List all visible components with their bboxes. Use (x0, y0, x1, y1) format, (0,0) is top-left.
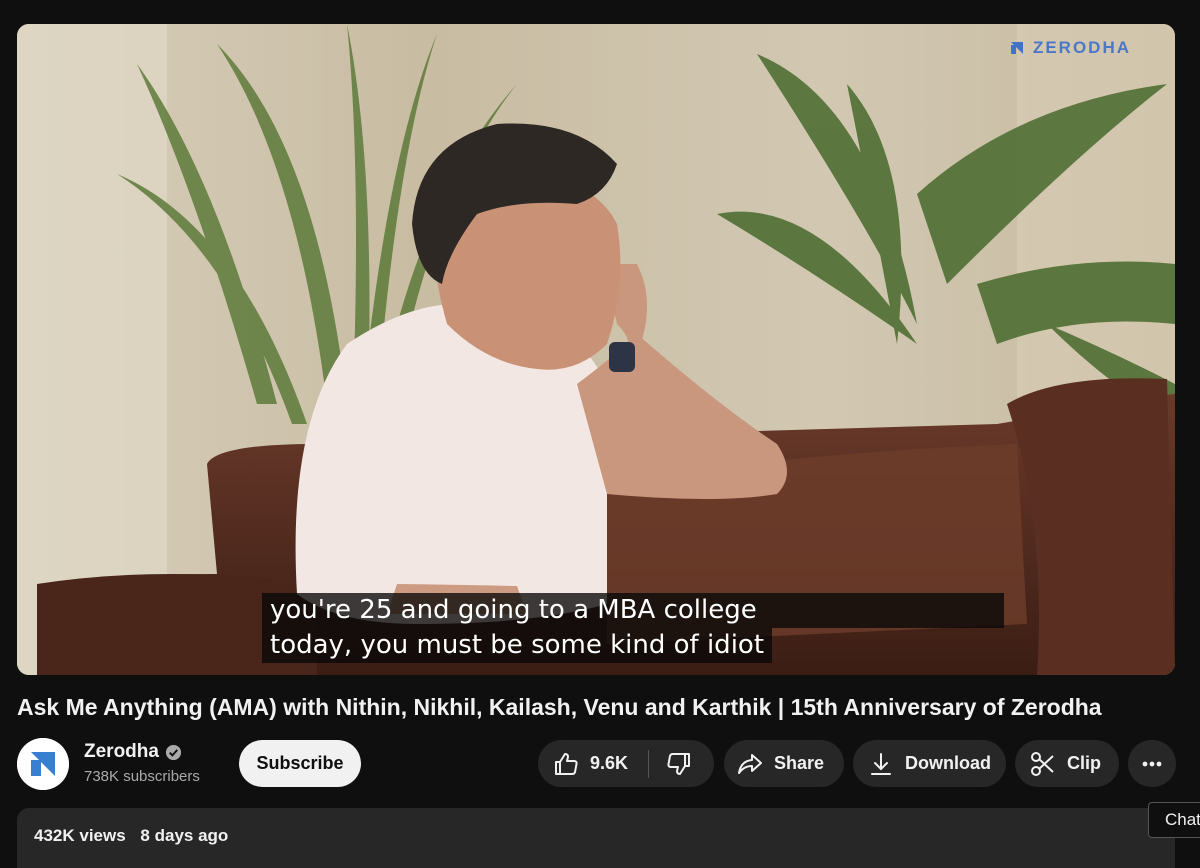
caption-line-1: you're 25 and going to a MBA college (262, 593, 1004, 628)
share-arrow-icon (738, 753, 762, 774)
share-label: Share (774, 753, 825, 773)
description-box[interactable]: 432K views 8 days ago (17, 808, 1175, 868)
channel-name[interactable]: Zerodha (84, 741, 159, 763)
verified-check-icon (165, 744, 182, 760)
share-button[interactable]: Share (724, 740, 844, 787)
zerodha-logo-icon (1010, 42, 1023, 54)
download-label: Download (905, 753, 991, 773)
thumbs-up-icon (555, 752, 578, 775)
channel-avatar[interactable] (17, 738, 69, 790)
view-meta: 432K views 8 days ago (34, 826, 228, 846)
clip-button[interactable]: Clip (1015, 740, 1119, 787)
channel-name-link[interactable]: Zerodha (84, 741, 182, 763)
channel-watermark: ZERODHA (1009, 38, 1131, 58)
chat-tab[interactable]: Chat (1148, 802, 1200, 838)
dislike-button[interactable] (649, 740, 693, 787)
like-dislike-group: 9.6K (538, 740, 714, 787)
video-title: Ask Me Anything (AMA) with Nithin, Nikhi… (17, 694, 1102, 720)
subscriber-count: 738K subscribers (84, 768, 200, 785)
watermark-text: ZERODHA (1032, 38, 1131, 57)
caption-line-2: today, you must be some kind of idiot (262, 628, 773, 663)
publish-date: 8 days ago (140, 826, 229, 845)
scissors-icon (1031, 751, 1054, 776)
clip-label: Clip (1067, 753, 1101, 773)
view-count: 432K views (34, 826, 126, 845)
download-button[interactable]: Download (853, 740, 1006, 787)
like-count: 9.6K (590, 753, 629, 773)
more-actions-button[interactable] (1128, 740, 1176, 787)
closed-captions: you're 25 and going to a MBA college tod… (262, 593, 1004, 663)
download-icon (871, 752, 891, 775)
video-player[interactable]: ZERODHA you're 25 and going to a MBA col… (17, 24, 1175, 675)
like-button[interactable]: 9.6K (538, 740, 628, 787)
zerodha-avatar-icon (17, 738, 69, 790)
video-frame (17, 24, 1175, 675)
more-horizontal-icon (1142, 761, 1162, 766)
subscribe-button[interactable]: Subscribe (239, 740, 361, 787)
thumbs-down-icon (667, 752, 691, 775)
